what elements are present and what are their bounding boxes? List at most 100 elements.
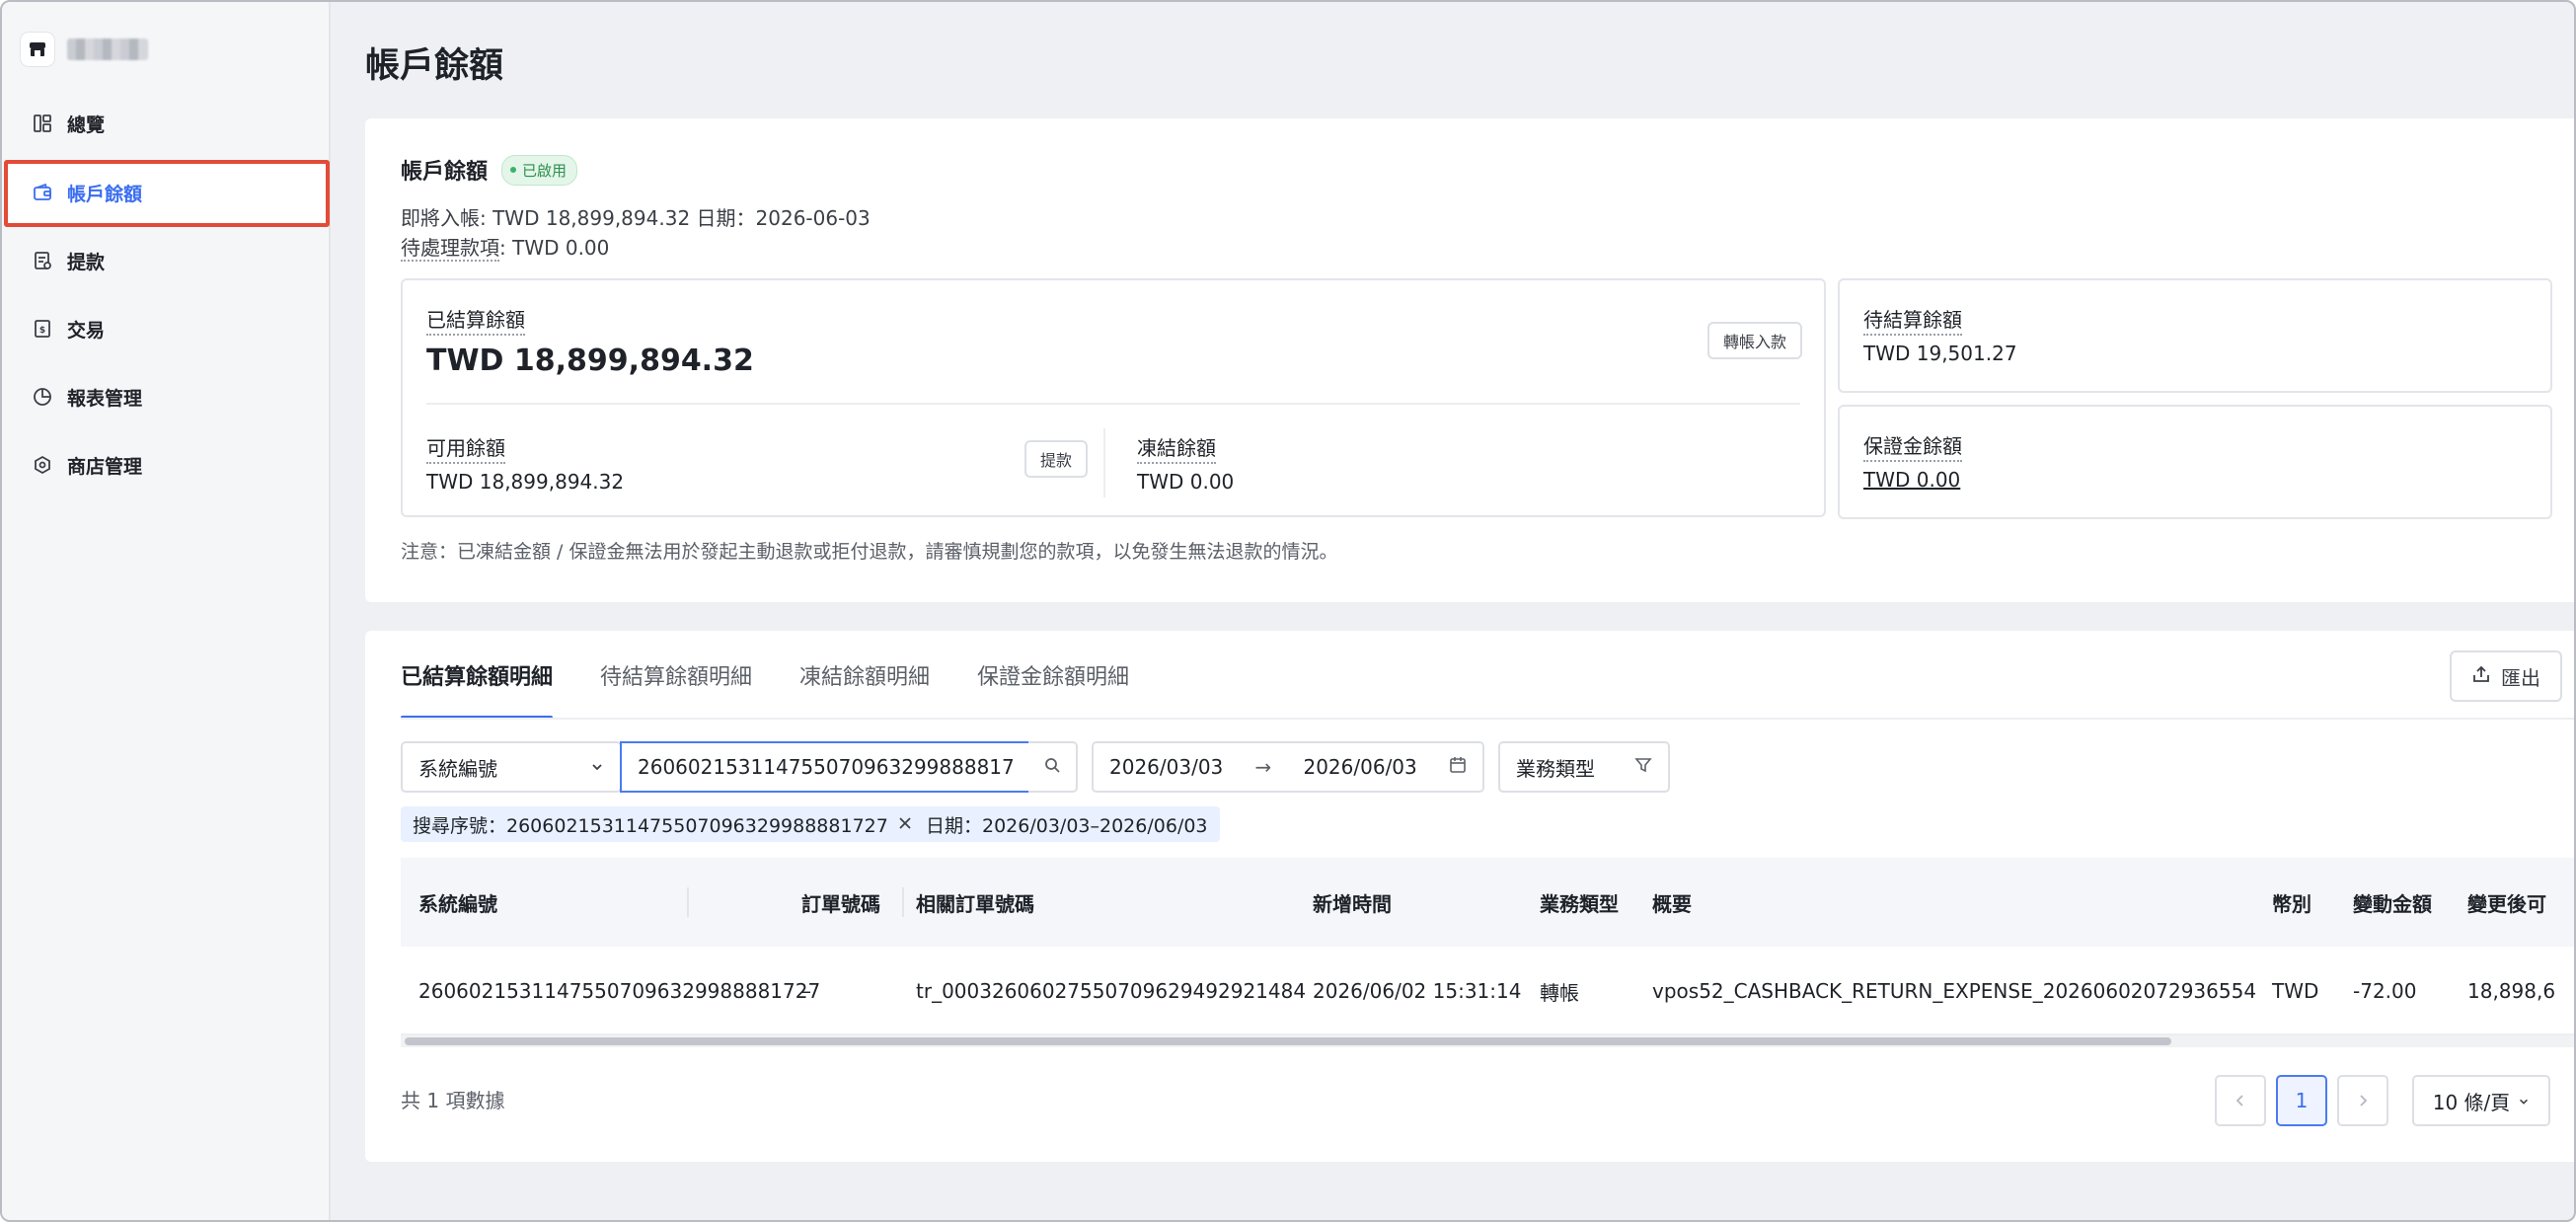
sidebar-item-reports[interactable]: 報表管理 (32, 377, 142, 417)
status-badge-text: 已啟用 (522, 161, 568, 180)
chevron-down-icon (2518, 1089, 2530, 1112)
search-input[interactable] (620, 741, 1030, 793)
filter-chip-text: 日期：2026/03/03–2026/06/03 (926, 814, 1208, 837)
report-pie-icon (32, 386, 53, 408)
column-header-available-after: 變更後可 (2467, 891, 2546, 916)
tab-deposit-detail[interactable]: 保證金餘額明細 (977, 631, 1129, 720)
pending-settlement-box: 待結算餘額 TWD 19,501.27 (1838, 278, 2552, 393)
frozen-balance-value: TWD 0.00 (1137, 470, 1235, 494)
tab-settled-detail[interactable]: 已結算餘額明細 (401, 631, 554, 720)
business-type-label: 業務類型 (1516, 756, 1595, 781)
withdraw-button[interactable]: 提款 (1024, 440, 1089, 478)
column-header-summary: 概要 (1652, 891, 1692, 916)
sidebar-item-account-balance[interactable]: 帳戶餘額 (32, 173, 142, 212)
deposit-balance-label[interactable]: 保證金餘額 (1863, 430, 1962, 462)
brand-name-blurred (67, 38, 148, 60)
cell-available-after: 18,898,6 (2467, 979, 2556, 1003)
business-type-filter[interactable]: 業務類型 (1498, 741, 1670, 793)
page-size-select[interactable]: 10 條/頁 (2412, 1075, 2550, 1126)
brand[interactable] (20, 32, 148, 67)
page-size-value: 10 條/頁 (2432, 1090, 2511, 1114)
column-separator (902, 887, 904, 917)
summary-title: 帳戶餘額 (401, 160, 489, 185)
settled-balance-box: 已結算餘額 TWD 18,899,894.32 轉帳入款 可用餘額 TWD 18… (401, 278, 1826, 517)
deposit-balance-box: 保證金餘額 TWD 0.00 (1838, 405, 2552, 519)
search-button[interactable] (1028, 741, 1078, 793)
sidebar-item-label: 商店管理 (67, 455, 143, 478)
cell-currency: TWD (2272, 979, 2319, 1003)
sidebar-item-label: 提款 (67, 251, 106, 273)
sidebar-item-label: 報表管理 (67, 387, 143, 410)
filter-icon (1634, 755, 1652, 779)
sidebar-item-label: 總覽 (67, 114, 106, 136)
page-title: 帳戶餘額 (365, 46, 504, 86)
divider (426, 403, 1800, 405)
sidebar-item-transactions[interactable]: $ 交易 (32, 309, 105, 348)
date-end: 2026/06/03 (1303, 755, 1417, 779)
transaction-icon: $ (32, 318, 53, 340)
chevron-down-icon (590, 755, 604, 779)
status-dot-icon (510, 167, 517, 173)
date-range-picker[interactable]: 2026/03/03 → 2026/06/03 (1092, 741, 1484, 793)
svg-text:$: $ (39, 326, 45, 336)
cell-related-order-no: tr_00032606027550709629492921484 (916, 979, 1307, 1003)
pending-label[interactable]: 待處理款項 (401, 236, 499, 262)
date-start: 2026/03/03 (1109, 755, 1224, 779)
cell-business-type: 轉帳 (1540, 980, 1579, 1005)
chevron-left-icon (2234, 1089, 2247, 1112)
available-balance-label[interactable]: 可用餘額 (426, 432, 505, 464)
detail-tabs: 已結算餘額明細 待結算餘額明細 凍結餘額明細 保證金餘額明細 (401, 631, 1129, 720)
column-separator (687, 887, 689, 917)
store-icon (20, 32, 55, 67)
table-header: 系統編號 訂單號碼 相關訂單號碼 新增時間 業務類型 概要 幣別 變動金額 變更… (401, 858, 2574, 947)
store-settings-icon (32, 454, 53, 476)
sidebar-item-label: 交易 (67, 319, 106, 342)
pending-settlement-value: TWD 19,501.27 (1863, 342, 2017, 365)
cell-system-id: 26060215311475507096329988881727 (418, 979, 821, 1003)
column-header-order-no: 訂單號碼 (801, 891, 880, 916)
transfer-in-button[interactable]: 轉帳入款 (1706, 322, 1802, 359)
horizontal-scrollbar[interactable] (401, 1035, 2574, 1047)
tab-frozen-detail[interactable]: 凍結餘額明細 (799, 631, 930, 720)
table-row[interactable]: 26060215311475507096329988881727 – tr_00… (401, 947, 2574, 1035)
total-count: 共 1 項數據 (401, 1089, 505, 1112)
sidebar-item-label: 帳戶餘額 (67, 183, 143, 205)
upcoming-settlement-line: 即將入帳: TWD 18,899,894.32 日期：2026-06-03 (401, 206, 871, 230)
sidebar: 總覽 帳戶餘額 提款 $ 交易 報表管理 商店管理 (2, 2, 331, 1220)
frozen-balance-label[interactable]: 凍結餘額 (1137, 432, 1216, 464)
deposit-balance-value[interactable]: TWD 0.00 (1863, 468, 1960, 492)
export-icon (2471, 664, 2491, 689)
page-number-button[interactable]: 1 (2276, 1075, 2327, 1126)
pending-items-line: 待處理款項: TWD 0.00 (401, 232, 609, 262)
sidebar-item-overview[interactable]: 總覽 (32, 104, 105, 143)
next-page-button[interactable] (2337, 1075, 2388, 1126)
close-icon[interactable] (898, 813, 912, 835)
search-field-select-value: 系統編號 (418, 756, 497, 781)
app-window: 總覽 帳戶餘額 提款 $ 交易 報表管理 商店管理 帳戶餘額 帳戶餘額 已啟用 … (0, 0, 2576, 1222)
filter-chip-text: 搜尋序號：26060215311475507096329988881727 (413, 814, 888, 837)
cell-change-amount: -72.00 (2353, 979, 2417, 1003)
calendar-icon (1449, 755, 1467, 779)
cell-created-time: 2026/06/02 15:31:14 (1313, 979, 1522, 1003)
sidebar-item-store-management[interactable]: 商店管理 (32, 445, 142, 485)
chevron-right-icon (2356, 1089, 2370, 1112)
column-header-related-order-no: 相關訂單號碼 (916, 891, 1034, 916)
pending-settlement-label[interactable]: 待結算餘額 (1863, 304, 1962, 336)
column-header-system-id: 系統編號 (418, 891, 497, 916)
withdraw-icon (32, 250, 53, 271)
tab-pending-settlement-detail[interactable]: 待結算餘額明細 (600, 631, 752, 720)
balance-detail-card: 已結算餘額明細 待結算餘額明細 凍結餘額明細 保證金餘額明細 匯出 系統編號 2… (365, 631, 2574, 1162)
scrollbar-thumb[interactable] (405, 1037, 2171, 1045)
column-header-created-time: 新增時間 (1313, 891, 1392, 916)
export-button[interactable]: 匯出 (2450, 650, 2562, 702)
balance-note: 注意：已凍結金額 / 保證金無法用於發起主動退款或拒付退款，請審慎規劃您的款項，… (401, 541, 1338, 563)
available-balance-value: TWD 18,899,894.32 (426, 470, 625, 494)
prev-page-button[interactable] (2215, 1075, 2266, 1126)
divider (1103, 428, 1105, 497)
sidebar-item-withdraw[interactable]: 提款 (32, 241, 105, 280)
settled-balance-value: TWD 18,899,894.32 (426, 344, 754, 378)
filter-chip-date: 日期：2026/03/03–2026/06/03 (914, 806, 1220, 842)
search-field-select[interactable]: 系統編號 (401, 741, 622, 793)
dashboard-icon (32, 113, 53, 134)
settled-balance-label[interactable]: 已結算餘額 (426, 304, 525, 336)
